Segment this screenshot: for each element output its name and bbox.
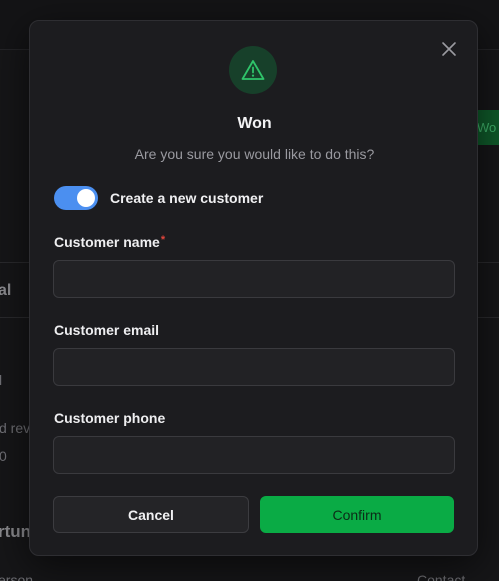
background-section-fragment: al [0,282,12,299]
create-customer-toggle-label: Create a new customer [110,190,264,206]
close-button[interactable] [439,39,459,59]
warning-triangle-icon [241,60,265,80]
close-icon [442,42,456,56]
create-customer-toggle[interactable] [54,186,98,210]
customer-phone-label: Customer phone [54,410,166,426]
customer-name-label-text: Customer name [54,234,160,250]
create-customer-toggle-row: Create a new customer [54,186,263,210]
warning-badge [229,46,277,94]
background-column-fragment: erson [0,572,34,581]
customer-email-input[interactable] [53,348,455,386]
background-column-fragment: Contact [417,572,466,581]
background-row-fragment: d rev [0,420,31,436]
customer-name-input[interactable] [53,260,455,298]
dialog-subtitle: Are you sure you would like to do this? [134,146,375,162]
dialog-title: Won [237,115,272,132]
background-row-fragment: l [0,372,3,388]
toggle-knob [77,189,95,207]
won-confirm-dialog: Won Are you sure you would like to do th… [29,20,478,556]
background-heading-fragment: rtun [0,522,32,541]
confirm-button[interactable]: Confirm [260,496,454,533]
background-row-fragment: 0 [0,448,7,464]
customer-email-label: Customer email [54,322,160,338]
customer-phone-input[interactable] [53,436,455,474]
customer-name-label: Customer name* [54,234,165,250]
required-asterisk: * [160,234,166,246]
cancel-button[interactable]: Cancel [53,496,249,533]
